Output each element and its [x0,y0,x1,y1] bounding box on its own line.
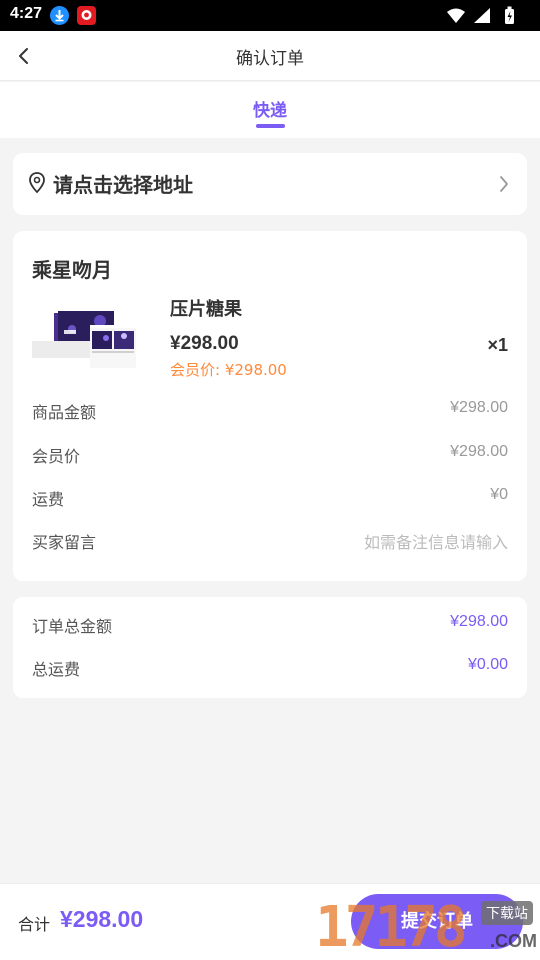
row-label: 运费 [32,490,65,509]
delivery-tabs: 快递 [0,82,540,138]
status-bar: 4:27 [0,0,540,31]
totals-card: 订单总金额 ¥298.00 总运费 ¥0.00 [13,597,527,698]
address-selector[interactable]: 请点击选择地址 [13,153,527,215]
row-order-total: 订单总金额 ¥298.00 [32,613,508,637]
product-quantity: ×1 [487,335,508,355]
row-label: 商品金额 [32,403,97,422]
wifi-icon [447,8,465,23]
location-pin-icon [28,171,46,195]
buyer-message-input[interactable]: 如需备注信息请输入 [364,529,508,553]
product-thumbnail[interactable] [32,311,140,373]
row-goods-amount: 商品金额 ¥298.00 [32,399,508,423]
status-time: 4:27 [10,5,43,22]
tab-active-indicator [256,124,285,128]
row-buyer-message: 买家留言 如需备注信息请输入 [32,529,508,553]
total-label: 合计 [18,915,51,934]
row-value: ¥0.00 [467,656,508,673]
row-value: ¥0 [490,486,508,503]
download-notification-icon [50,6,69,25]
checkout-footer: 合计 ¥298.00 提交订单 [0,883,540,960]
address-prompt: 请点击选择地址 [53,173,193,197]
row-value: ¥298.00 [450,443,508,460]
product-member-price: 会员价: ¥298.00 [170,361,287,379]
signal-icon [474,8,490,23]
product-price: ¥298.00 [170,333,239,354]
row-member-price: 会员价 ¥298.00 [32,443,508,467]
nav-bar: 确认订单 [0,31,540,81]
total-amount: ¥298.00 [60,906,144,932]
page-title: 确认订单 [236,49,304,69]
row-label: 订单总金额 [32,617,113,636]
row-label: 会员价 [32,447,81,466]
row-value: ¥298.00 [450,399,508,416]
row-label: 买家留言 [32,533,97,552]
order-card: 乘星吻月 压片糖果 ¥298.00 会员价: ¥298.00 ×1 商品金额 ¥… [13,231,527,581]
app-notification-icon [77,6,96,25]
tab-express[interactable]: 快递 [220,96,320,121]
chevron-right-icon [497,172,511,196]
row-shipping: 运费 ¥0 [32,486,508,510]
row-value: ¥298.00 [450,613,508,630]
row-label: 总运费 [32,660,81,679]
row-total-shipping: 总运费 ¥0.00 [32,656,508,680]
submit-order-button[interactable]: 提交订单 [351,894,523,949]
shop-name: 乘星吻月 [32,258,112,282]
system-status-icons [445,6,530,25]
product-name: 压片糖果 [170,299,242,320]
